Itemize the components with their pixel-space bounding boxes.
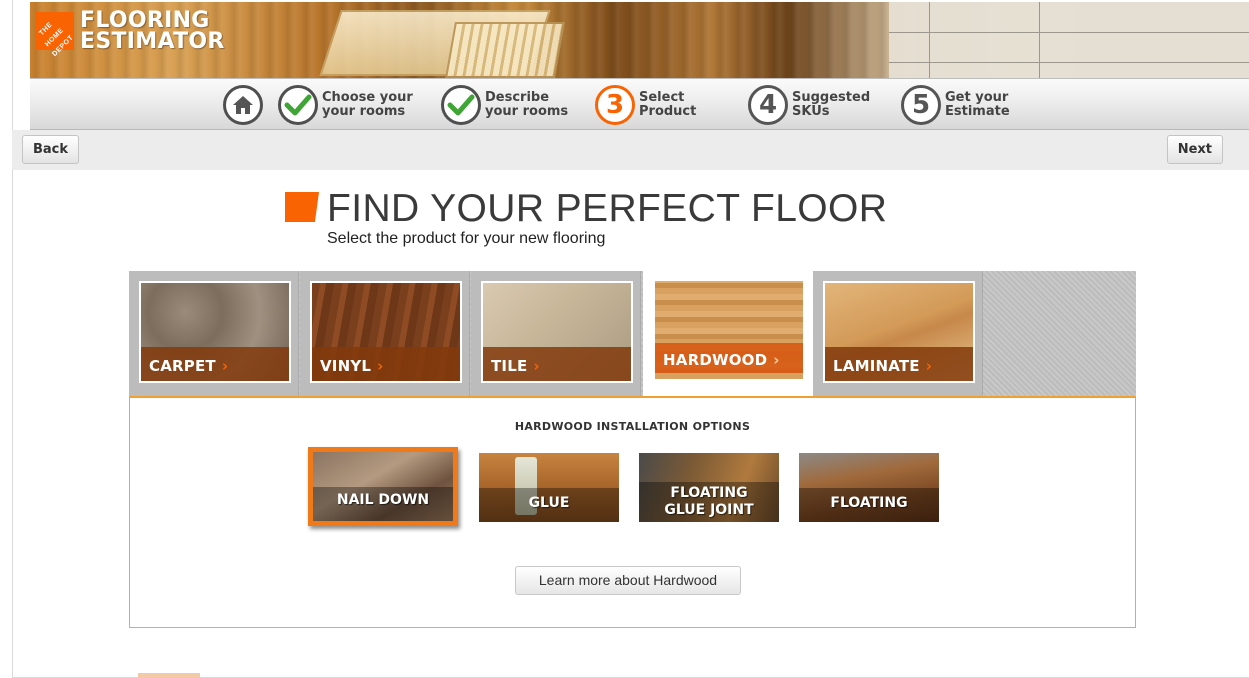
page-subtitle: Select the product for your new flooring (327, 230, 606, 247)
step-label-line2: SKUs (792, 104, 830, 119)
option-label-line1: FLOATING (670, 485, 748, 501)
tile-label: VINYL › (320, 357, 384, 375)
check-icon (278, 85, 318, 125)
hardwood-photo: HARDWOOD › (653, 279, 805, 381)
step-label-line1: Describe (485, 90, 550, 105)
step-3-icon: 3 (595, 85, 635, 125)
tile-label: HARDWOOD › (663, 351, 780, 369)
step-label: Get your Estimate (945, 91, 1010, 119)
option-label-line2: GLUE JOINT (664, 502, 754, 518)
tile-label: CARPET › (149, 357, 228, 375)
learn-more-button[interactable]: Learn more about Hardwood (515, 566, 741, 595)
banner-floor-plan (889, 2, 1249, 78)
nav-bar: Back Next (12, 130, 1249, 170)
step-label-line1: Select (639, 90, 685, 105)
chevron-right-icon: › (221, 357, 229, 375)
option-nail-down[interactable]: NAIL DOWN (308, 447, 458, 526)
option-floating[interactable]: FLOATING (799, 453, 939, 522)
options-title: HARDWOOD INSTALLATION OPTIONS (514, 420, 751, 433)
page-title: FIND YOUR PERFECT FLOOR (327, 187, 888, 230)
tile-label: LAMINATE › (833, 357, 932, 375)
option-glue[interactable]: GLUE (479, 453, 619, 522)
product-tile-carpet[interactable]: CARPET › (129, 271, 299, 397)
step-select-product[interactable]: 3 Select Product (595, 83, 696, 127)
option-label: GLUE (528, 495, 570, 511)
tile-label-text: LAMINATE (833, 357, 920, 375)
tile-label-text: VINYL (320, 357, 372, 375)
footer-partial (138, 673, 200, 678)
product-tile-tile[interactable]: TILE › (471, 271, 641, 397)
step-label-line2: your rooms (485, 104, 569, 119)
installation-options-panel: HARDWOOD INSTALLATION OPTIONS NAIL DOWN … (129, 396, 1136, 628)
step-label-line1: Suggested (792, 90, 871, 105)
chevron-right-icon: › (773, 351, 780, 369)
app-title-line1: FLOORING (80, 8, 210, 33)
step-label-line2: Product (639, 104, 697, 119)
chevron-right-icon: › (377, 357, 384, 375)
option-label: NAIL DOWN (336, 492, 430, 508)
step-label-line1: Get your (945, 90, 1009, 105)
step-label-line2: Estimate (945, 104, 1010, 119)
banner-house-model-detail (445, 22, 565, 78)
check-icon (441, 85, 481, 125)
chevron-right-icon: › (533, 357, 540, 375)
step-get-estimate[interactable]: 5 Get your Estimate (901, 83, 1010, 127)
tile-label-text: TILE (491, 357, 528, 375)
step-label: Describe your rooms (485, 91, 568, 119)
tile-photo: TILE › (481, 281, 633, 383)
app-title-line2: ESTIMATOR (80, 29, 225, 54)
step-label: Select Product (639, 91, 696, 119)
header-banner: THE HOME DEPOT FLOORING ESTIMATOR (30, 2, 1249, 78)
next-button[interactable]: Next (1166, 135, 1223, 164)
option-label: FLOATING (830, 495, 908, 511)
tile-label-text: HARDWOOD (663, 351, 768, 369)
app-title: FLOORING ESTIMATOR (80, 8, 225, 54)
step-4-icon: 4 (748, 85, 788, 125)
back-button[interactable]: Back (22, 135, 80, 164)
vinyl-photo: VINYL › (310, 281, 462, 383)
step-describe-rooms[interactable]: Describe your rooms (441, 83, 568, 127)
wizard-steps-bar: Choose your your rooms Describe your roo… (30, 78, 1249, 130)
home-depot-logo-icon: THE HOME DEPOT (36, 12, 75, 58)
chevron-right-icon: › (925, 357, 933, 375)
option-label: FLOATING GLUE JOINT (639, 485, 779, 519)
tile-label: TILE › (491, 357, 540, 375)
tile-label-text: CARPET (149, 357, 216, 375)
home-icon (223, 85, 263, 125)
step-label: Choose your your rooms (322, 91, 413, 119)
step-home[interactable] (223, 83, 263, 127)
carpet-photo: CARPET › (139, 281, 291, 383)
heading-accent-icon (285, 192, 319, 222)
option-floating-glue-joint[interactable]: FLOATING GLUE JOINT (639, 453, 779, 522)
product-tiles: CARPET › VINYL › TILE › HARDWOOD › LAMINATE › (129, 271, 1136, 398)
step-suggested-skus[interactable]: 4 Suggested SKUs (748, 83, 870, 127)
step-label-line1: Choose your (322, 90, 413, 105)
laminate-photo: LAMINATE › (823, 281, 975, 383)
product-tile-laminate[interactable]: LAMINATE › (813, 271, 983, 397)
product-tile-hardwood[interactable]: HARDWOOD › (643, 271, 813, 398)
step-choose-rooms[interactable]: Choose your your rooms (278, 83, 413, 127)
step-5-icon: 5 (901, 85, 941, 125)
product-tile-vinyl[interactable]: VINYL › (300, 271, 470, 397)
step-label: Suggested SKUs (792, 91, 870, 119)
step-label-line2: your rooms (322, 104, 406, 119)
